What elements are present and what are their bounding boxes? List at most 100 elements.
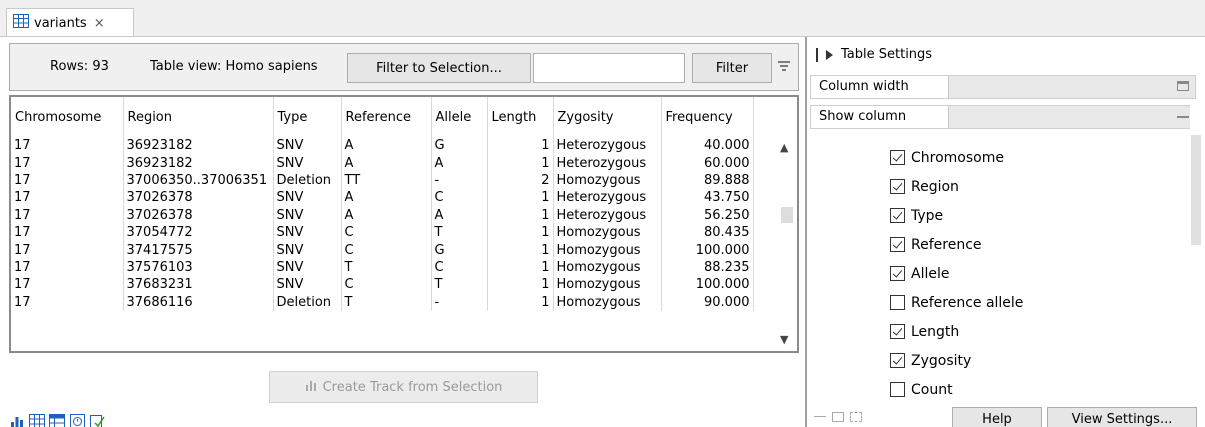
create-track-button[interactable]: Create Track from Selection [269, 371, 538, 403]
checkbox-checked-icon[interactable] [890, 179, 905, 194]
cell-chromosome: 17 [11, 241, 124, 259]
checkbox-checked-icon[interactable] [890, 237, 905, 252]
cell-region: 36923182 [123, 137, 274, 155]
menu-icon[interactable] [776, 58, 792, 74]
view-settings-button[interactable]: View Settings... [1047, 407, 1197, 427]
cell-type: SNV [273, 241, 342, 259]
filter-button[interactable]: Filter [692, 53, 772, 83]
column-header-frequency[interactable]: Frequency [661, 97, 754, 137]
cell-frequency: 100.000 [661, 276, 754, 294]
pane-divider[interactable] [805, 37, 807, 427]
table-row[interactable]: 17 37576103 SNV T C 1 Homozygous 88.235 [11, 258, 754, 277]
checkbox-checked-icon[interactable] [890, 353, 905, 368]
show-column-checkbox[interactable]: Chromosome [890, 143, 1023, 172]
cell-type: SNV [273, 137, 342, 155]
checkbox-checked-icon[interactable] [890, 150, 905, 165]
checkbox-unchecked-icon[interactable] [890, 295, 905, 310]
column-header-region[interactable]: Region [123, 97, 274, 137]
column-header-reference[interactable]: Reference [341, 97, 432, 137]
annotation-icon[interactable] [89, 413, 105, 427]
settings-scrollbar[interactable] [1190, 105, 1205, 405]
cell-allele: T [431, 223, 488, 242]
close-icon[interactable]: × [94, 16, 105, 31]
show-column-checkboxes: Chromosome Region Type Reference Allele Refer… [890, 143, 1023, 404]
column-header-length[interactable]: Length [487, 97, 554, 137]
cell-allele: - [431, 171, 488, 190]
cell-chromosome: 17 [11, 293, 124, 311]
table-row[interactable]: 17 36923182 SNV A G 1 Heterozygous 40.000 [11, 137, 754, 155]
scroll-down-icon[interactable]: ▼ [780, 333, 788, 346]
show-column-checkbox[interactable]: Allele [890, 259, 1023, 288]
column-width-section[interactable]: Column width [810, 75, 1196, 99]
pin-icon[interactable] [850, 412, 862, 422]
chevron-right-icon [826, 49, 833, 60]
column-header-chromosome[interactable]: Chromosome [11, 97, 124, 137]
table-scrollbar[interactable]: ▲ ▼ [777, 139, 797, 351]
cell-allele: G [431, 137, 488, 155]
column-header-type[interactable]: Type [273, 97, 342, 137]
column-header-zygosity[interactable]: Zygosity [553, 97, 662, 137]
checkbox-checked-icon[interactable] [890, 266, 905, 281]
show-column-section[interactable]: Show column [810, 105, 1196, 129]
filter-to-selection-button[interactable]: Filter to Selection... [347, 53, 531, 83]
cell-frequency: 43.750 [661, 189, 754, 207]
help-button[interactable]: Help [952, 407, 1042, 427]
cell-zygosity: Heterozygous [553, 206, 662, 224]
folder-icon[interactable] [1177, 81, 1189, 91]
cell-frequency: 80.435 [661, 223, 754, 242]
variants-table: Chromosome Region Type Reference Allele … [9, 95, 799, 353]
show-column-checkbox[interactable]: Region [890, 172, 1023, 201]
table-row[interactable]: 17 37683231 SNV C T 1 Homozygous 100.000 [11, 276, 754, 294]
cell-frequency: 60.000 [661, 154, 754, 172]
cell-zygosity: Homozygous [553, 276, 662, 294]
cell-chromosome: 17 [11, 137, 124, 155]
table-settings-title: Table Settings [841, 47, 933, 62]
table-row[interactable]: 17 37054772 SNV C T 1 Homozygous 80.435 [11, 223, 754, 242]
minimize-icon[interactable] [814, 416, 826, 418]
table-row[interactable]: 17 37686116 Deletion T -1 Homozygous 90.000 [11, 293, 754, 311]
table-row[interactable]: 17 36923182 SNV A A 1 Heterozygous 60.000 [11, 154, 754, 172]
table-row[interactable]: 17 37026378 SNV A A 1 Heterozygous 56.250 [11, 206, 754, 224]
column-header-allele[interactable]: Allele [431, 97, 488, 137]
cell-frequency: 100.000 [661, 241, 754, 259]
show-column-checkbox[interactable]: Reference allele [890, 288, 1023, 317]
cell-type: SNV [273, 223, 342, 242]
scroll-up-icon[interactable]: ▲ [780, 141, 788, 154]
cell-reference: T [341, 258, 432, 277]
table-edit-icon[interactable] [49, 413, 65, 427]
cell-length: 1 [487, 137, 554, 155]
table-row[interactable]: 17 37006350..37006351 Deletion TT -2 Homozygo… [11, 171, 754, 190]
cell-type: Deletion [273, 293, 342, 311]
checkbox-unchecked-icon[interactable] [890, 382, 905, 397]
checkbox-checked-icon[interactable] [890, 324, 905, 339]
filter-input[interactable] [533, 53, 685, 83]
checkbox-label: Type [911, 207, 944, 224]
show-column-checkbox[interactable]: Zygosity [890, 346, 1023, 375]
minimize-icon[interactable] [1177, 116, 1189, 118]
show-column-checkbox[interactable]: Length [890, 317, 1023, 346]
settings-footer: Help View Settings... [810, 407, 1205, 427]
cell-chromosome: 17 [11, 154, 124, 172]
table-settings-header[interactable]: Table Settings [816, 47, 932, 62]
show-column-checkbox[interactable]: Type [890, 201, 1023, 230]
cell-type: SNV [273, 258, 342, 277]
scroll-thumb[interactable] [781, 207, 793, 223]
checkbox-checked-icon[interactable] [890, 208, 905, 223]
settings-scroll-thumb[interactable] [1191, 135, 1201, 245]
folder-icon[interactable] [832, 412, 844, 422]
cell-type: SNV [273, 276, 342, 294]
table-row[interactable]: 17 37026378 SNV A C 1 Heterozygous 43.750 [11, 189, 754, 207]
history-icon[interactable] [69, 413, 85, 427]
cell-length: 1 [487, 223, 554, 242]
show-column-checkbox[interactable]: Count [890, 375, 1023, 404]
cell-zygosity: Heterozygous [553, 154, 662, 172]
bar-chart-icon[interactable] [9, 413, 25, 427]
show-column-checkbox[interactable]: Reference [890, 230, 1023, 259]
cell-length: 1 [487, 276, 554, 294]
table-row[interactable]: 17 37417575 SNV C G 1 Homozygous 100.000 [11, 241, 754, 259]
main-area: Rows: 93 Table view: Homo sapiens Filter… [0, 36, 1205, 427]
table-view-icon[interactable] [29, 413, 45, 427]
table-settings-pane: Table Settings Column width Show column … [810, 37, 1205, 427]
tab-variants[interactable]: variants × [6, 8, 134, 37]
cell-zygosity: Heterozygous [553, 137, 662, 155]
